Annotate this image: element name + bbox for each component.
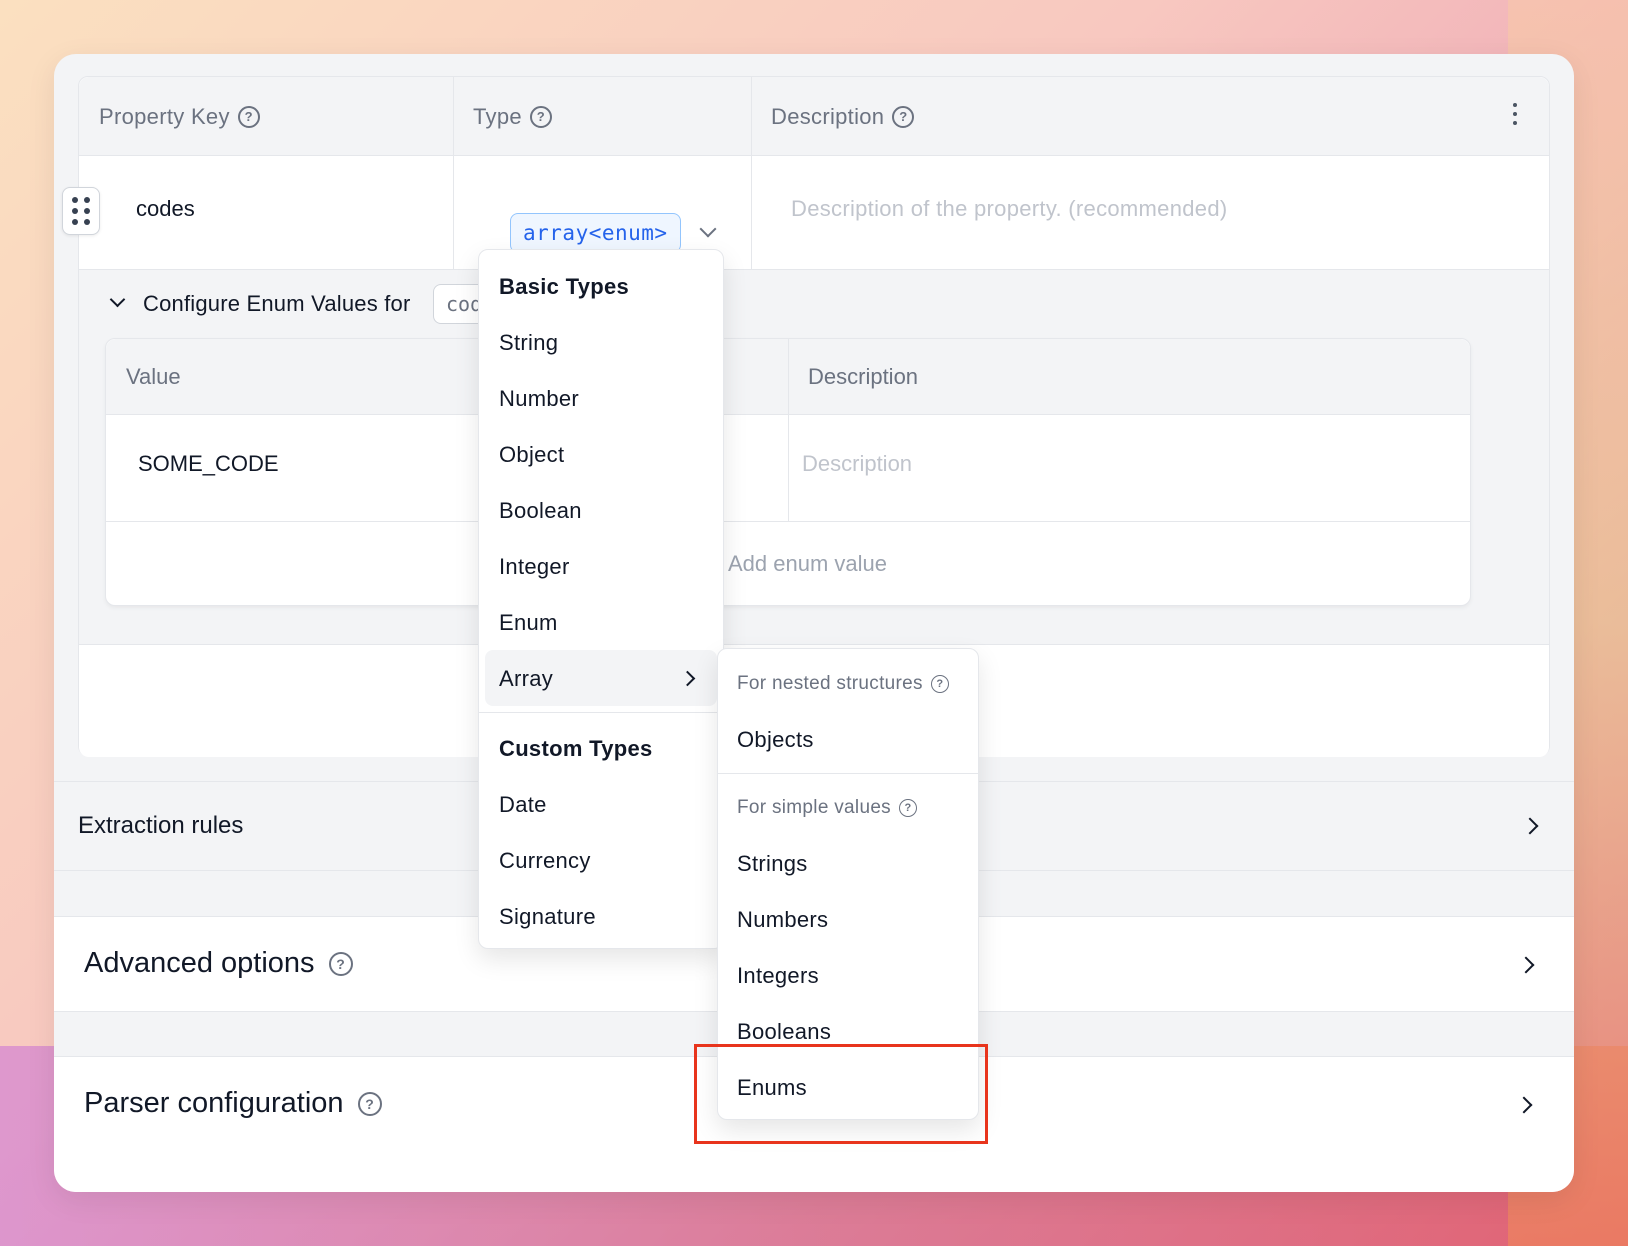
menu-item-enum[interactable]: Enum [499, 610, 558, 636]
drag-handle-icon[interactable] [62, 187, 100, 235]
menu-item-integer[interactable]: Integer [499, 554, 570, 580]
menu-item-object[interactable]: Object [499, 442, 564, 468]
menu-header-basic-types: Basic Types [499, 274, 630, 299]
property-key-value[interactable]: codes [136, 196, 195, 222]
submenu-divider [718, 773, 978, 774]
properties-table-header: Property Key ? Type ? Description ? [79, 77, 1549, 156]
menu-item-boolean[interactable]: Boolean [499, 498, 582, 524]
enum-values-table: Value Description SOME_CODE Description … [105, 338, 1471, 606]
menu-item-array[interactable]: Array [499, 666, 553, 692]
more-options-icon[interactable] [1513, 103, 1517, 125]
help-icon[interactable]: ? [328, 951, 353, 976]
row-divider [106, 521, 1470, 522]
add-enum-value-button[interactable]: Add enum value [728, 551, 887, 577]
submenu-item-strings[interactable]: Strings [737, 851, 808, 877]
description-input[interactable]: Description of the property. (recommende… [791, 196, 1228, 222]
submenu-label-simple: For simple values ? [737, 797, 917, 819]
header-enum-description: Description [808, 364, 919, 389]
enum-config-section: Configure Enum Values for codes Value De… [79, 269, 1549, 645]
menu-divider [479, 712, 723, 713]
submenu-item-numbers[interactable]: Numbers [737, 907, 828, 933]
enum-config-title: Configure Enum Values for [143, 291, 411, 316]
help-icon[interactable]: ? [930, 675, 949, 693]
type-dropdown-menu: Basic Types String Number Object Boolean… [478, 249, 724, 949]
menu-item-string[interactable]: String [499, 330, 558, 356]
header-value: Value [126, 364, 181, 389]
enum-description-input[interactable]: Description [802, 451, 912, 477]
type-chip[interactable]: array<enum> [510, 213, 681, 253]
chevron-right-icon[interactable] [1517, 956, 1535, 974]
submenu-label-nested: For nested structures ? [737, 673, 949, 695]
advanced-options-title: Advanced options ? [84, 947, 353, 980]
menu-item-signature[interactable]: Signature [499, 904, 596, 930]
chevron-right-icon[interactable] [1515, 1096, 1533, 1114]
menu-item-number[interactable]: Number [499, 386, 579, 412]
column-divider [453, 77, 454, 269]
help-icon[interactable]: ? [357, 1091, 382, 1116]
header-type: Type ? [473, 77, 552, 156]
header-property-key: Property Key ? [99, 77, 260, 156]
help-icon[interactable]: ? [892, 105, 915, 128]
enum-value-cell[interactable]: SOME_CODE [138, 451, 279, 477]
submenu-item-booleans[interactable]: Booleans [737, 1019, 831, 1045]
header-description: Description ? [771, 77, 915, 156]
menu-header-custom-types: Custom Types [499, 736, 653, 761]
help-icon[interactable]: ? [529, 105, 552, 128]
submenu-item-objects[interactable]: Objects [737, 727, 814, 753]
menu-item-date[interactable]: Date [499, 792, 547, 818]
submenu-item-integers[interactable]: Integers [737, 963, 819, 989]
array-submenu: For nested structures ? Objects For simp… [717, 648, 979, 1120]
collapse-chevron-icon[interactable] [109, 291, 126, 308]
parser-configuration-title: Parser configuration ? [84, 1087, 382, 1120]
chevron-right-icon[interactable] [1521, 817, 1539, 835]
submenu-item-enums[interactable]: Enums [737, 1075, 807, 1101]
extraction-rules-title: Extraction rules [78, 812, 244, 839]
column-divider [751, 77, 752, 269]
column-divider [788, 339, 789, 521]
help-icon[interactable]: ? [237, 105, 260, 128]
help-icon[interactable]: ? [898, 799, 917, 817]
menu-item-currency[interactable]: Currency [499, 848, 591, 874]
chevron-down-icon[interactable] [699, 220, 717, 238]
